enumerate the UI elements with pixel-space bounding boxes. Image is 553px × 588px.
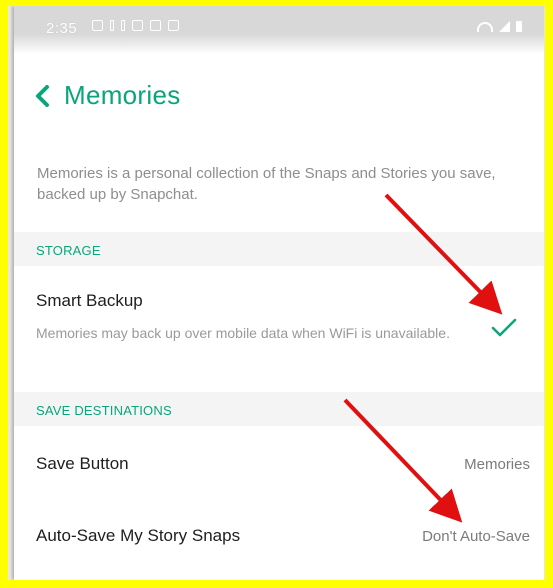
highlight-frame [0,0,553,588]
